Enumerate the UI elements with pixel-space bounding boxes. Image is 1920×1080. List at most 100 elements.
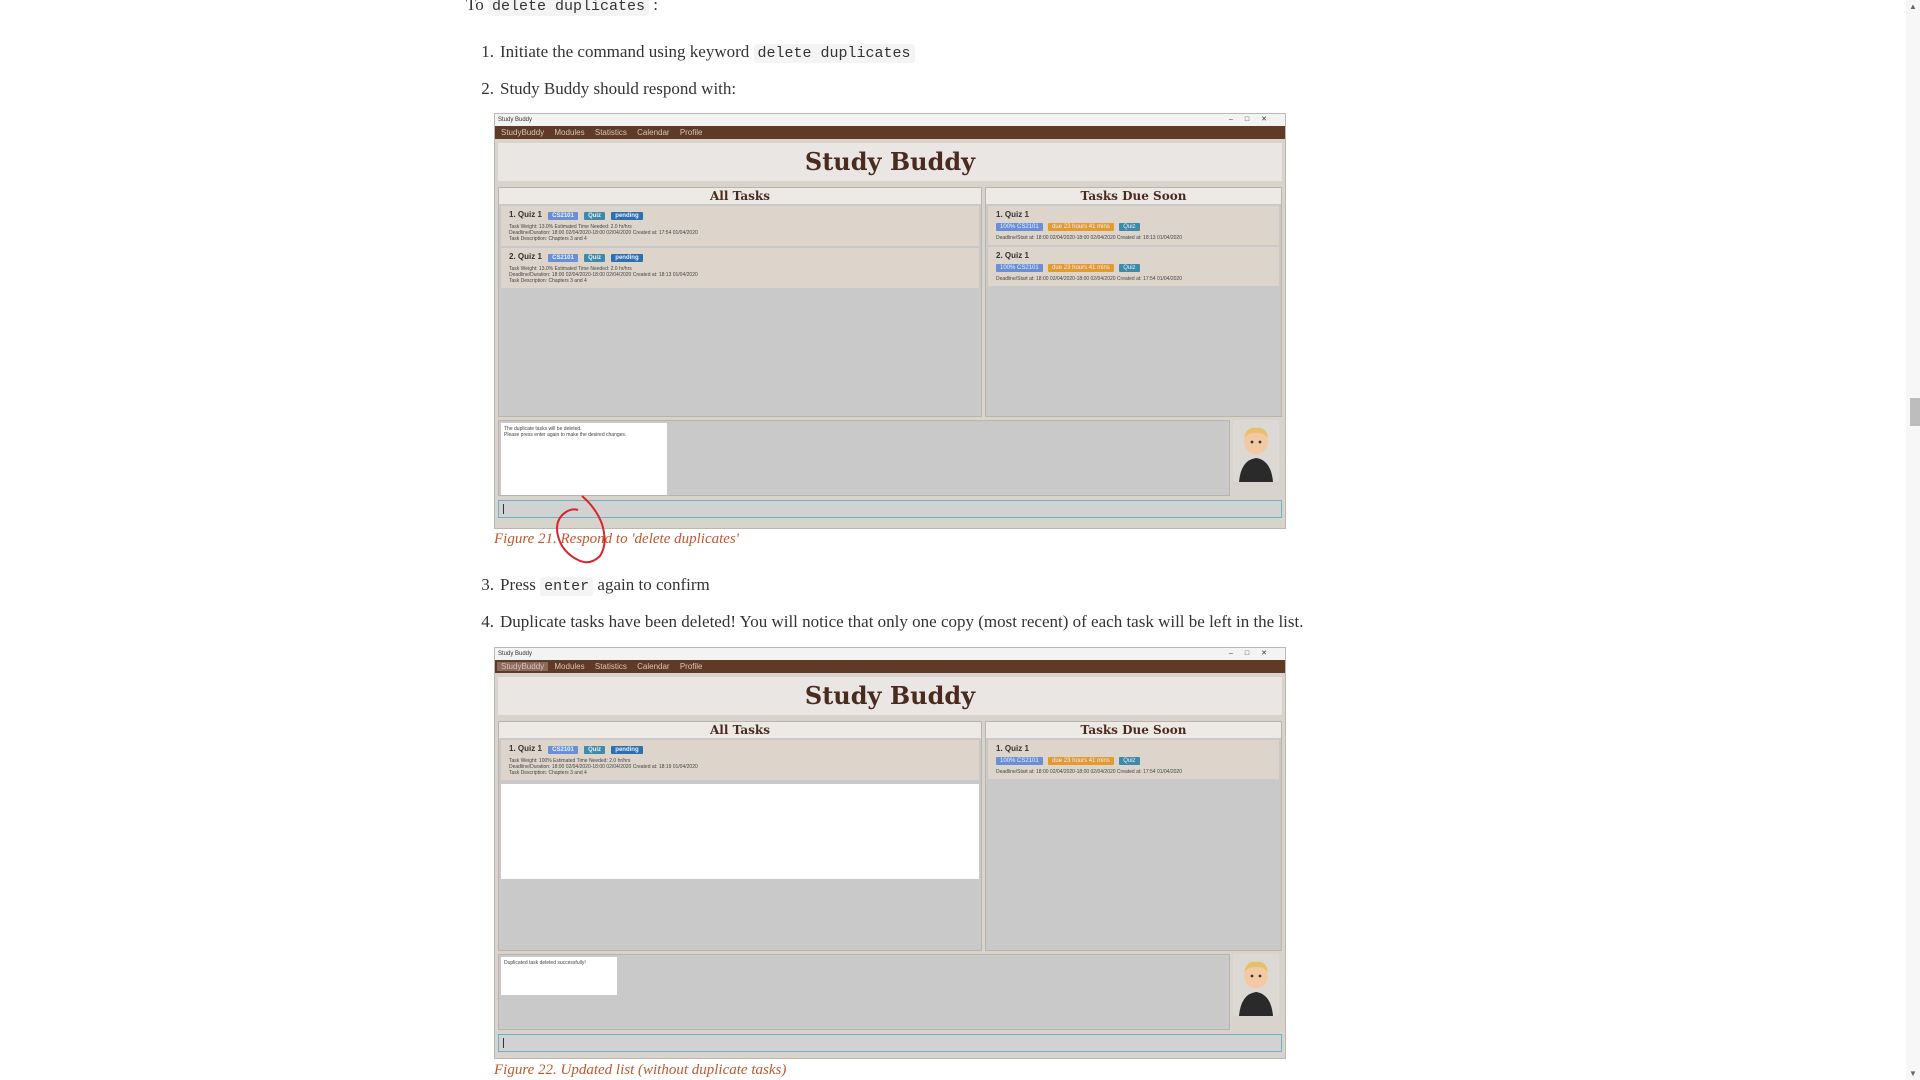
- module-tag: 100% CS2101: [996, 264, 1043, 272]
- menu-modules: Modules: [554, 662, 585, 671]
- due-tag: due 23 hours 41 mins: [1048, 757, 1114, 765]
- task-name: 1. Quiz 1: [509, 210, 542, 219]
- command-input[interactable]: [498, 1034, 1282, 1052]
- result-line: Duplicated task deleted successfully!: [504, 960, 586, 966]
- module-tag: CS2101: [548, 212, 578, 220]
- window-controls: –□✕: [1229, 116, 1279, 123]
- module-tag: CS2101: [548, 254, 578, 262]
- type-tag: Quiz: [1119, 223, 1140, 231]
- due-soon-title: Tasks Due Soon: [986, 722, 1281, 738]
- menu-bar: StudyBuddy Modules Statistics Calendar P…: [495, 126, 1285, 139]
- all-tasks-title: All Tasks: [499, 188, 981, 204]
- status-tag: pending: [611, 746, 643, 754]
- app-title: Study Buddy: [498, 677, 1282, 715]
- due-soon-panel: Tasks Due Soon 1. Quiz 1 100% CS2101 due…: [985, 721, 1282, 951]
- task-name: 1. Quiz 1: [996, 210, 1029, 219]
- task-name: 1. Quiz 1: [996, 744, 1029, 753]
- task-card: 1. Quiz 1 CS2101 Quiz pending Task Weigh…: [501, 740, 979, 780]
- avatar-icon: [1239, 427, 1273, 482]
- window-titlebar: Study Buddy –□✕: [495, 648, 1285, 660]
- type-tag: Quiz: [584, 254, 606, 262]
- step-number: 2.: [481, 79, 494, 98]
- text-cursor: [503, 1038, 504, 1048]
- step-code: enter: [540, 577, 594, 596]
- intro-prefix: To: [466, 0, 484, 14]
- step-4: 4. Duplicate tasks have been deleted! You…: [476, 612, 1304, 632]
- text-cursor: [503, 504, 504, 514]
- menu-calendar: Calendar: [637, 128, 670, 137]
- scroll-up-icon[interactable]: ▲: [1909, 2, 1917, 11]
- step-number: 4.: [481, 612, 494, 631]
- step-text: Duplicate tasks have been deleted! You w…: [500, 612, 1304, 631]
- figure-21-screenshot: Study Buddy –□✕ StudyBuddy Modules Stati…: [494, 113, 1286, 529]
- menu-statistics: Statistics: [594, 662, 627, 671]
- step-text-before: Press: [500, 575, 536, 594]
- task-line: Task Description: Chapters 3 and 4: [509, 278, 587, 284]
- result-display: The duplicate tasks will be deleted. Ple…: [498, 420, 1230, 496]
- avatar-icon: [1239, 961, 1273, 1016]
- due-tag: due 23 hours 41 mins: [1048, 264, 1114, 272]
- intro-code: delete duplicates: [487, 0, 649, 16]
- task-line: Task Description: Chapters 3 and 4: [509, 236, 587, 242]
- figure-22-screenshot: Study Buddy –□✕ StudyBuddy Modules Stati…: [494, 647, 1286, 1059]
- task-card: 2. Quiz 1 CS2101 Quiz pending Task Weigh…: [501, 248, 979, 288]
- all-tasks-panel: All Tasks 1. Quiz 1 CS2101 Quiz pending …: [498, 187, 982, 417]
- task-name: 2. Quiz 1: [509, 252, 542, 261]
- result-message: Duplicated task deleted successfully!: [501, 957, 617, 995]
- all-tasks-title: All Tasks: [499, 722, 981, 738]
- due-task-card: 1. Quiz 1 100% CS2101 due 23 hours 41 mi…: [988, 740, 1279, 779]
- window-controls: –□✕: [1229, 650, 1279, 657]
- menu-modules: Modules: [554, 128, 585, 137]
- window-title: Study Buddy: [498, 651, 533, 657]
- result-line: Please press enter again to make the des…: [504, 432, 627, 438]
- scroll-down-icon[interactable]: ▼: [1909, 1069, 1917, 1078]
- step-3: 3. Press enter again to confirm: [476, 575, 710, 596]
- menu-statistics: Statistics: [594, 128, 627, 137]
- due-tag: due 23 hours 41 mins: [1048, 223, 1114, 231]
- step-text: Initiate the command using keyword: [500, 42, 750, 61]
- intro-suffix: :: [653, 0, 658, 14]
- blank-area: [501, 784, 979, 879]
- type-tag: Quiz: [584, 212, 606, 220]
- type-tag: Quiz: [1119, 264, 1140, 272]
- task-line: Deadline/Start at: 18:00 02/04/2020-18:0…: [996, 235, 1182, 241]
- result-display: Duplicated task deleted successfully!: [498, 954, 1230, 1030]
- scrollbar-thumb[interactable]: [1910, 398, 1920, 426]
- window-titlebar: Study Buddy –□✕: [495, 114, 1285, 126]
- result-message: The duplicate tasks will be deleted. Ple…: [501, 423, 667, 495]
- step-code: delete duplicates: [753, 44, 915, 63]
- due-task-card: 1. Quiz 1 100% CS2101 due 23 hours 41 mi…: [988, 206, 1279, 245]
- menu-studybuddy: StudyBuddy: [501, 128, 545, 137]
- task-card: 1. Quiz 1 CS2101 Quiz pending Task Weigh…: [501, 206, 979, 246]
- window-title: Study Buddy: [498, 117, 533, 123]
- module-tag: 100% CS2101: [996, 223, 1043, 231]
- step-number: 3.: [481, 575, 494, 594]
- figure-22-caption: Figure 22. Updated list (without duplica…: [494, 1062, 787, 1078]
- task-line: Task Description: Chapters 3 and 4: [509, 770, 587, 776]
- module-tag: 100% CS2101: [996, 757, 1043, 765]
- due-task-card: 2. Quiz 1 100% CS2101 due 23 hours 41 mi…: [988, 247, 1279, 286]
- avatar: [1233, 954, 1279, 1016]
- menu-profile: Profile: [679, 128, 703, 137]
- menu-bar: StudyBuddy Modules Statistics Calendar P…: [495, 660, 1285, 673]
- status-tag: pending: [611, 212, 643, 220]
- status-tag: pending: [611, 254, 643, 262]
- task-line: Deadline/Start at: 18:00 02/04/2020-18:0…: [996, 276, 1182, 282]
- due-soon-panel: Tasks Due Soon 1. Quiz 1 100% CS2101 due…: [985, 187, 1282, 417]
- step-text: Study Buddy should respond with:: [500, 79, 737, 98]
- module-tag: CS2101: [548, 746, 578, 754]
- task-name: 2. Quiz 1: [996, 251, 1029, 260]
- all-tasks-panel: All Tasks 1. Quiz 1 CS2101 Quiz pending …: [498, 721, 982, 951]
- task-name: 1. Quiz 1: [509, 744, 542, 753]
- step-1: 1. Initiate the command using keyword del…: [476, 42, 915, 63]
- menu-studybuddy: StudyBuddy: [497, 662, 549, 671]
- type-tag: Quiz: [584, 746, 606, 754]
- avatar: [1233, 420, 1279, 482]
- figure-21-caption: Figure 21. Respond to 'delete duplicates…: [494, 531, 739, 547]
- step-2: 2. Study Buddy should respond with:: [476, 79, 736, 99]
- task-line: Deadline/Start at: 18:00 02/04/2020-18:0…: [996, 769, 1182, 775]
- menu-profile: Profile: [679, 662, 703, 671]
- step-text-after: again to confirm: [597, 575, 710, 594]
- page-scrollbar[interactable]: ▲ ▼: [1906, 0, 1920, 1080]
- type-tag: Quiz: [1119, 757, 1140, 765]
